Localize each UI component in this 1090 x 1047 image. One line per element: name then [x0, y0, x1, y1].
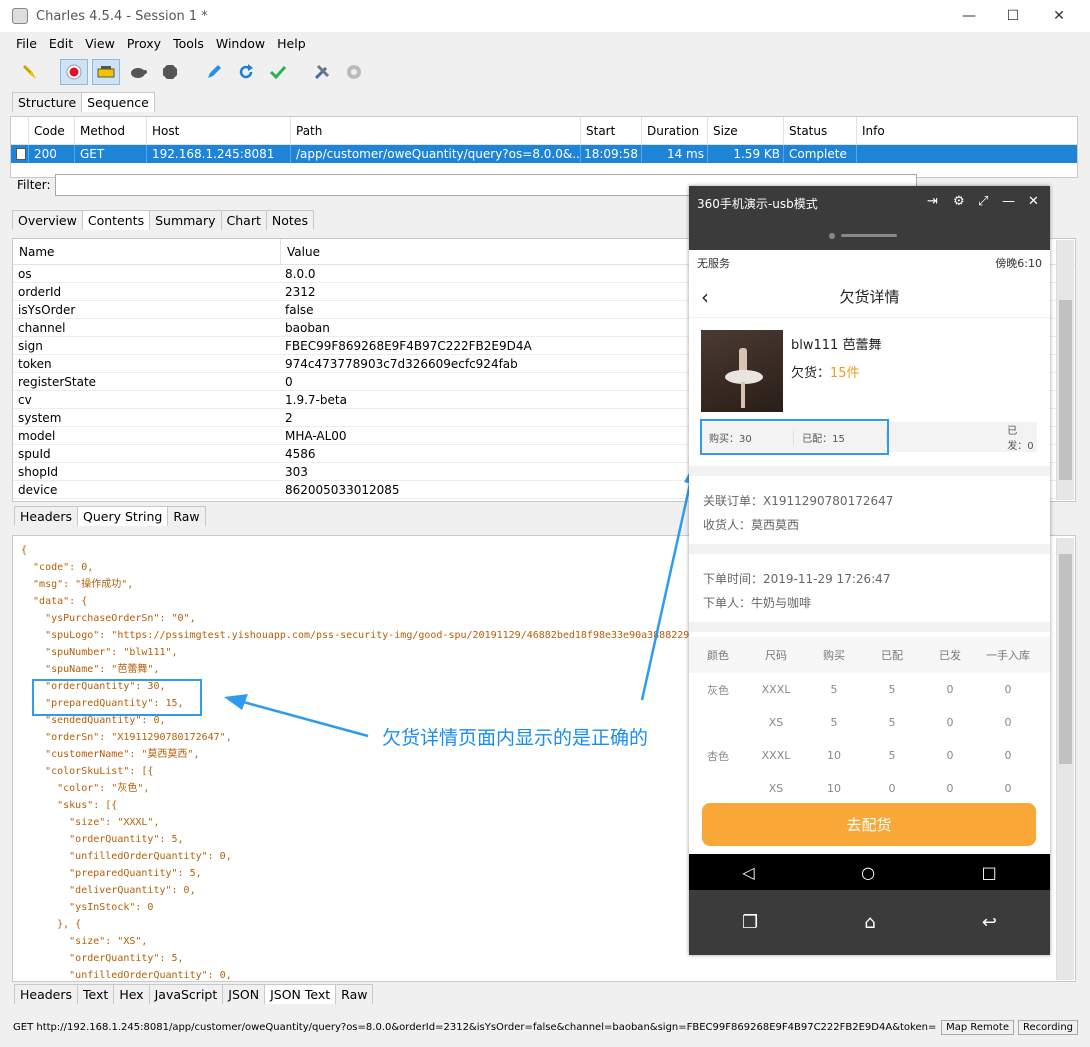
back-arrow-icon[interactable]: ‹ [701, 285, 709, 309]
phone-mirror-window: 360手机演示-usb模式 ⇥ ⚙ ⤢ — ✕ 无服务 傍晚6:10 ‹ 欠货详… [689, 186, 1050, 955]
sku-cell: 10 [827, 749, 841, 762]
pin-icon[interactable]: ⇥ [927, 194, 938, 209]
table-row: XS 5 5 0 0 [689, 706, 1050, 739]
android-nav-bar: ◁ ○ □ [689, 854, 1050, 890]
nav-home-icon[interactable]: ○ [861, 863, 875, 882]
sku-table: 颜色 尺码 购买 已配 已发 一手入库灰色 XXXL 5 5 0 0 XS 5 5 0 0 杏色 XXXL 10 5 0… [689, 637, 1050, 805]
mirror-controls: ❐ ⌂ ↩ [689, 890, 1050, 955]
sku-cell: 5 [830, 683, 838, 696]
android-status-bar: 无服务 傍晚6:10 [689, 250, 1050, 276]
buyer: 下单人：牛奶与咖啡 [703, 596, 812, 610]
sku-col-header: 已发 [939, 649, 961, 662]
phone-title-bar: 360手机演示-usb模式 ⇥ ⚙ ⤢ — ✕ [689, 186, 1050, 220]
stats-highlight-box [700, 419, 889, 455]
phone-screen: 无服务 傍晚6:10 ‹ 欠货详情 blw111 芭蕾舞 欠货：15件 购买：3… [689, 250, 1050, 854]
sku-cell: 0 [946, 716, 954, 729]
sku-col-header: 购买 [823, 649, 845, 662]
nav-recents-icon[interactable]: □ [982, 863, 997, 882]
sku-col-header: 颜色 [707, 649, 729, 662]
close-icon[interactable]: ✕ [1028, 194, 1039, 209]
sku-cell: 0 [1004, 683, 1012, 696]
sku-cell: 0 [946, 749, 954, 762]
sku-cell: 0 [888, 782, 896, 795]
owe-value: 15件 [830, 366, 860, 381]
sku-cell: XXXL [761, 683, 791, 696]
sku-col-header: 已配 [881, 649, 903, 662]
order-time: 下单时间：2019-11-29 17:26:47 [703, 572, 891, 586]
phone-window-title: 360手机演示-usb模式 [697, 196, 818, 211]
fullscreen-icon[interactable]: ⤢ [978, 194, 988, 209]
owe-label: 欠货： [791, 366, 831, 381]
table-row: 灰色 XXXL 5 5 0 0 [689, 673, 1050, 706]
settings-icon[interactable]: ⚙ [953, 194, 965, 209]
product-image[interactable] [701, 330, 783, 412]
sku-cell: 5 [888, 683, 896, 696]
product-name: blw111 芭蕾舞 [791, 338, 882, 353]
carrier-status: 无服务 [697, 257, 730, 270]
annotation-text: 欠货详情页面内显示的是正确的 [382, 727, 649, 749]
sku-cell: 杏色 [707, 749, 729, 763]
sku-col-header: 一手入库 [986, 649, 1030, 662]
sku-cell: 0 [946, 683, 954, 696]
table-row: 杏色 XXXL 10 5 0 0 [689, 739, 1050, 772]
sku-cell: 5 [830, 716, 838, 729]
sku-cell: 10 [827, 782, 841, 795]
sku-cell: 0 [1004, 749, 1012, 762]
sku-cell: 0 [1004, 782, 1012, 795]
nav-back-icon[interactable]: ◁ [742, 863, 754, 882]
receiver: 收货人：莫西莫西 [703, 518, 800, 532]
table-row: XS 10 0 0 0 [689, 772, 1050, 805]
sku-cell: 5 [888, 716, 896, 729]
sku-table-header: 颜色 尺码 购买 已配 已发 一手入库 [689, 637, 1050, 673]
clock: 傍晚6:10 [995, 257, 1042, 270]
sku-cell: 0 [946, 782, 954, 795]
sku-cell: XXXL [761, 749, 791, 762]
sku-cell: XS [768, 782, 784, 795]
minimize-icon[interactable]: — [1002, 194, 1015, 209]
phone-drag-bar[interactable] [689, 220, 1050, 250]
page-header: ‹ 欠货详情 [689, 276, 1050, 318]
page-title: 欠货详情 [839, 288, 900, 306]
sku-cell: 灰色 [707, 683, 729, 697]
sku-cell: XS [768, 716, 784, 729]
order-number: 关联订单：X1911290780172647 [703, 494, 894, 508]
sku-col-header: 尺码 [765, 649, 787, 662]
go-prepare-button[interactable]: 去配货 [702, 803, 1036, 846]
recent-apps-icon[interactable]: ❐ [742, 912, 758, 933]
stat-sent: 已发：0 [1007, 426, 1034, 452]
return-icon[interactable]: ↩ [982, 912, 997, 933]
sku-cell: 0 [1004, 716, 1012, 729]
home-icon[interactable]: ⌂ [864, 912, 875, 933]
sku-cell: 5 [888, 749, 896, 762]
